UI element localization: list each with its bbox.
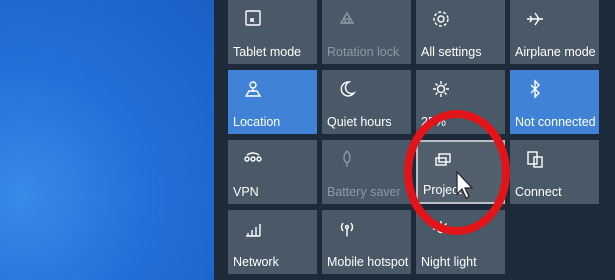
- bluetooth-icon: [525, 79, 545, 99]
- tile-label: 25%: [421, 115, 447, 129]
- tile-brightness[interactable]: 25%: [416, 70, 505, 134]
- tile-label: Night light: [421, 255, 477, 269]
- battery-saver-icon: [337, 149, 357, 169]
- tile-label: Not connected: [515, 115, 596, 129]
- tile-label: Location: [233, 115, 281, 129]
- vpn-icon: [243, 149, 263, 169]
- tile-vpn[interactable]: VPN: [228, 140, 317, 204]
- project-icon: [433, 151, 453, 171]
- tile-label: Connect: [515, 185, 562, 199]
- tile-label: Battery saver: [327, 185, 401, 199]
- tile-label: Rotation lock: [327, 45, 400, 59]
- tile-label: Network: [233, 255, 279, 269]
- tile-night-light[interactable]: Night light: [416, 210, 505, 274]
- tile-mobile-hotspot[interactable]: Mobile hotspot: [322, 210, 411, 274]
- tile-bluetooth[interactable]: Not connected: [510, 70, 599, 134]
- tablet-mode-icon: [243, 9, 263, 29]
- tile-label: Airplane mode: [515, 45, 596, 59]
- connect-icon: [525, 149, 545, 169]
- tile-network[interactable]: Network: [228, 210, 317, 274]
- rotation-lock-icon: [337, 9, 357, 29]
- action-center-panel: Tablet mode Rotation lock All settings A…: [214, 0, 615, 280]
- gear-icon: [431, 9, 451, 29]
- tile-quiet-hours[interactable]: Quiet hours: [322, 70, 411, 134]
- tile-battery-saver[interactable]: Battery saver: [322, 140, 411, 204]
- tile-connect[interactable]: Connect: [510, 140, 599, 204]
- tile-label: Quiet hours: [327, 115, 392, 129]
- location-icon: [243, 79, 263, 99]
- tile-all-settings[interactable]: All settings: [416, 0, 505, 64]
- network-icon: [243, 219, 263, 239]
- tile-label: VPN: [233, 185, 259, 199]
- tile-tablet-mode[interactable]: Tablet mode: [228, 0, 317, 64]
- moon-icon: [337, 79, 357, 99]
- desktop-background: [0, 0, 214, 280]
- tile-rotation-lock[interactable]: Rotation lock: [322, 0, 411, 64]
- tile-airplane-mode[interactable]: Airplane mode: [510, 0, 599, 64]
- airplane-icon: [525, 9, 545, 29]
- tile-label: Mobile hotspot: [327, 255, 409, 269]
- tile-label: Tablet mode: [233, 45, 302, 59]
- tile-label: All settings: [421, 45, 482, 59]
- mouse-cursor-icon: [455, 170, 475, 200]
- brightness-icon: [431, 79, 451, 99]
- night-light-icon: [431, 219, 451, 239]
- mobile-hotspot-icon: [337, 219, 357, 239]
- tile-location[interactable]: Location: [228, 70, 317, 134]
